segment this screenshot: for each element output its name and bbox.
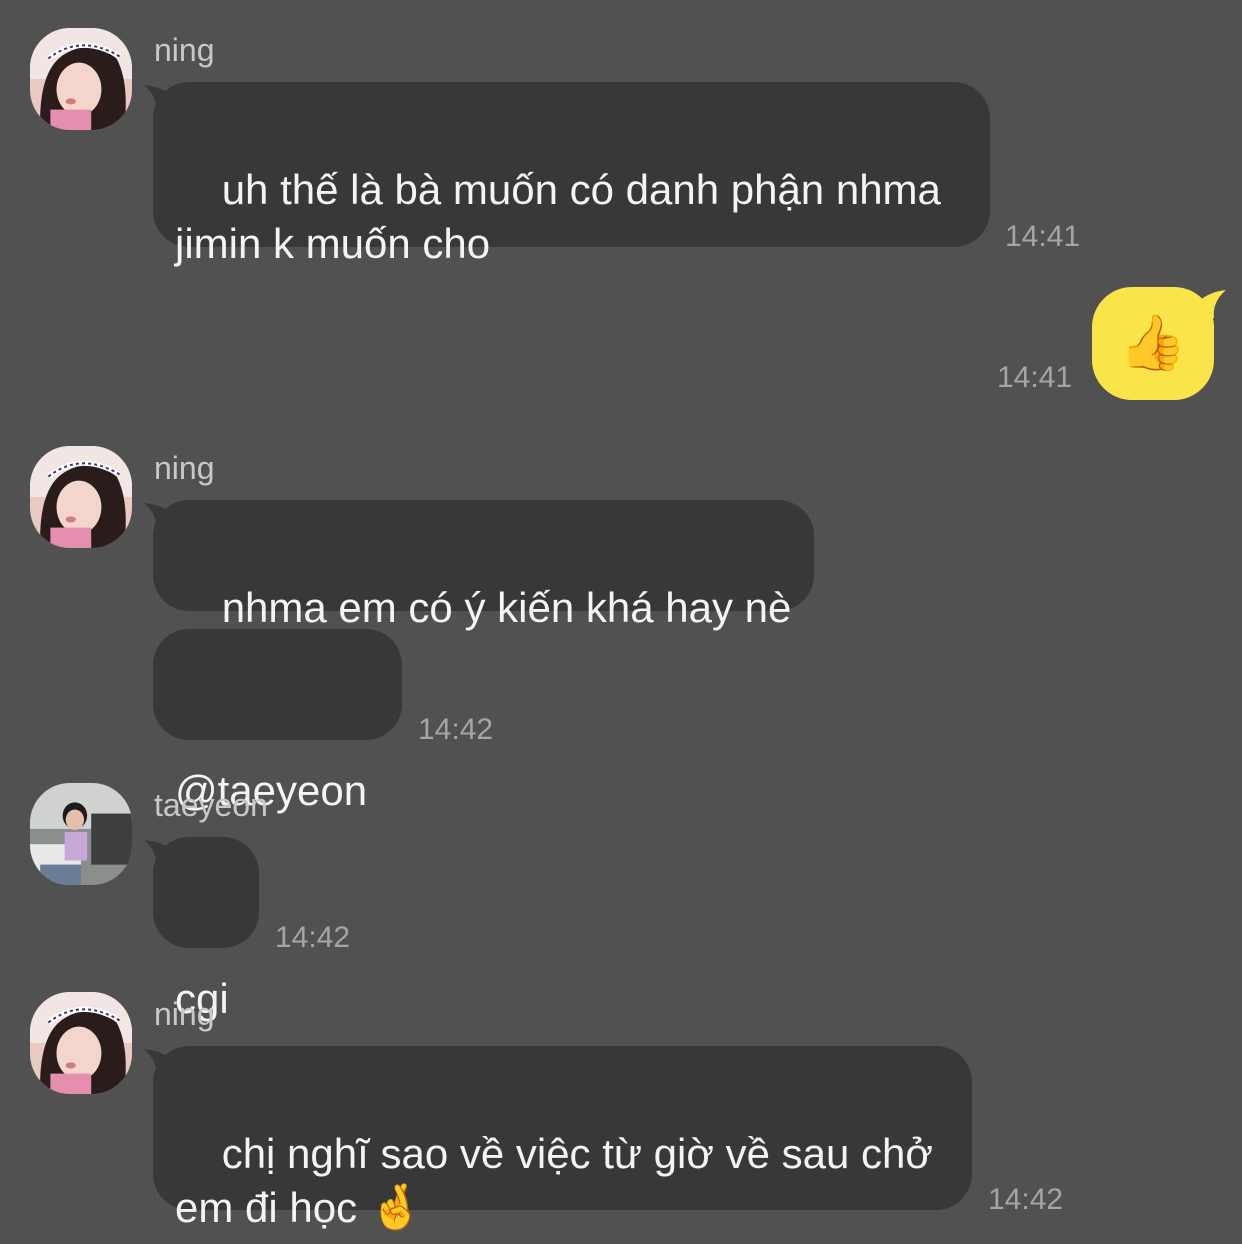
message-bubble[interactable]: @taeyeon bbox=[153, 629, 402, 814]
avatar-taeyeon-photo bbox=[30, 783, 132, 885]
avatar-ning-photo bbox=[30, 992, 132, 1094]
sender-name: taeyeon bbox=[154, 787, 268, 823]
sender-name: ning bbox=[154, 32, 215, 68]
message-bubble[interactable]: cgi bbox=[153, 837, 259, 1022]
message-bubble[interactable]: nhma em có ý kiến khá hay nè bbox=[153, 500, 814, 631]
message-bubble[interactable]: uh thế là bà muốn có danh phận nhma jimi… bbox=[153, 82, 990, 267]
message-bubble[interactable]: chị nghĩ sao về việc từ giờ về sau chở e… bbox=[153, 1046, 972, 1231]
thumbs-up-icon: 👍 bbox=[1119, 313, 1187, 373]
avatar-ning-photo bbox=[30, 28, 132, 130]
outgoing-message-bubble[interactable]: 👍 bbox=[1092, 287, 1214, 400]
message-text: nhma em có ý kiến khá hay nè bbox=[221, 584, 792, 631]
message-text: uh thế là bà muốn có danh phận nhma jimi… bbox=[175, 166, 941, 267]
message-time: 14:42 bbox=[275, 921, 351, 954]
chat-view[interactable]: ning uh thế là bà muốn có danh phận nhma… bbox=[0, 0, 1242, 1244]
sender-name: ning bbox=[154, 450, 215, 486]
avatar-ning[interactable] bbox=[30, 446, 132, 548]
message-text: chị nghĩ sao về việc từ giờ về sau chở e… bbox=[175, 1130, 933, 1231]
avatar-taeyeon[interactable] bbox=[30, 783, 132, 885]
message-time: 14:41 bbox=[1005, 220, 1081, 253]
message-time: 14:42 bbox=[988, 1183, 1064, 1216]
message-time: 14:41 bbox=[997, 361, 1073, 394]
sender-name: ning bbox=[154, 996, 215, 1032]
crossed-fingers-icon: 🤞 bbox=[368, 1183, 424, 1232]
message-time: 14:42 bbox=[418, 713, 494, 746]
avatar-ning[interactable] bbox=[30, 28, 132, 130]
avatar-ning-photo bbox=[30, 446, 132, 548]
avatar-ning[interactable] bbox=[30, 992, 132, 1094]
